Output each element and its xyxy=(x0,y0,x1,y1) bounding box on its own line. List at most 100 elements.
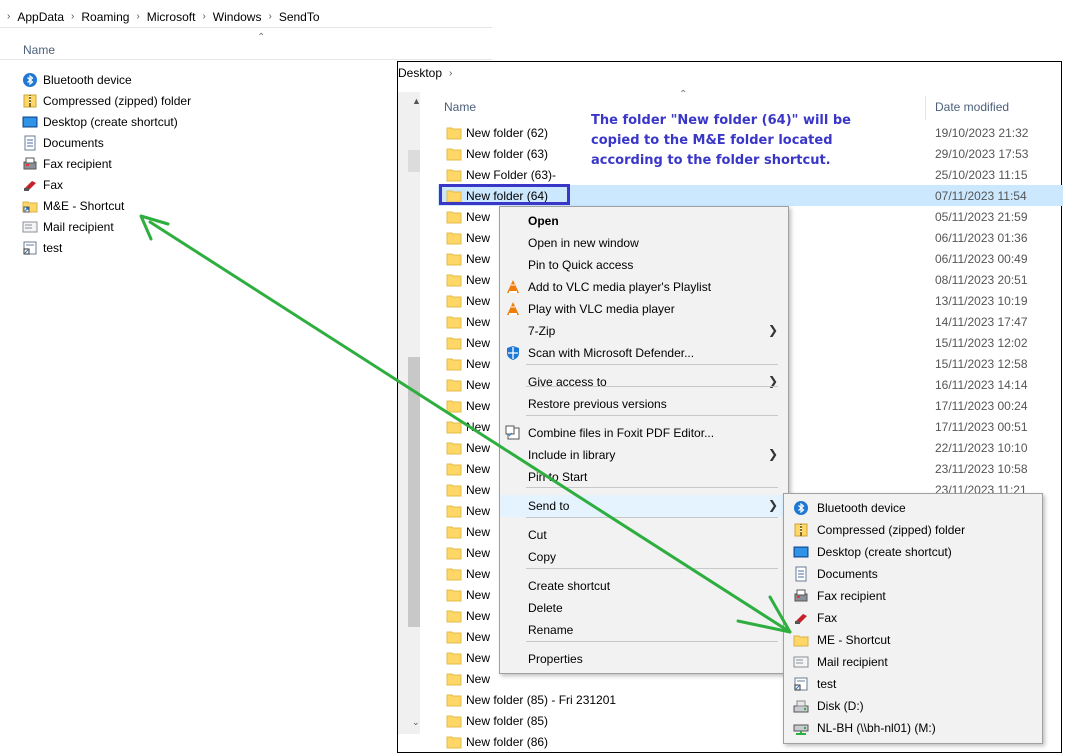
chevron-right-icon[interactable]: › xyxy=(7,11,10,22)
mail-icon xyxy=(793,654,809,673)
send-to-item[interactable]: test xyxy=(784,673,1042,695)
menu-item-7-zip[interactable]: 7-Zip ❯ xyxy=(500,320,788,342)
list-item[interactable]: Compressed (zipped) folder xyxy=(22,90,191,111)
menu-item-label: 7-Zip xyxy=(528,324,556,338)
breadcrumb-item[interactable]: Roaming xyxy=(81,10,129,24)
column-header-name[interactable]: Name xyxy=(444,100,476,114)
menu-item-play-with-vlc-media-player[interactable]: Play with VLC media player xyxy=(500,298,788,320)
send-to-item-label: Fax recipient xyxy=(817,589,886,603)
menu-item-add-to-vlc-media-player-s-playlist[interactable]: Add to VLC media player's Playlist xyxy=(500,276,788,298)
file-name: New xyxy=(466,524,491,539)
mail-icon xyxy=(22,219,38,235)
file-name: New xyxy=(466,398,491,413)
menu-item-pin-to-start[interactable]: Pin to Start xyxy=(500,466,788,488)
send-to-item[interactable]: Mail recipient xyxy=(784,651,1042,673)
menu-item-include-in-library[interactable]: Include in library ❯ xyxy=(500,444,788,466)
menu-separator xyxy=(526,364,778,365)
folder-icon xyxy=(446,629,462,648)
file-date: 16/11/2023 14:14 xyxy=(935,377,1028,392)
send-to-item[interactable]: NL-BH (\\bh-nl01) (M:) xyxy=(784,717,1042,739)
file-date: 19/10/2023 21:32 xyxy=(935,125,1029,140)
send-to-item[interactable]: Desktop (create shortcut) xyxy=(784,541,1042,563)
folder-icon xyxy=(446,650,462,669)
file-name: New folder (63) xyxy=(466,146,549,161)
file-name: New Folder (63)- xyxy=(466,167,557,182)
send-to-item[interactable]: Documents xyxy=(784,563,1042,585)
menu-separator xyxy=(526,487,778,488)
list-item[interactable]: Mail recipient xyxy=(22,216,191,237)
chevron-right-icon: ❯ xyxy=(768,323,779,337)
menu-item-give-access-to[interactable]: Give access to ❯ xyxy=(500,371,788,393)
send-to-item[interactable]: Fax recipient xyxy=(784,585,1042,607)
breadcrumb-item-desktop[interactable]: Desktop xyxy=(398,66,442,80)
send-to-item-label: ME - Shortcut xyxy=(817,633,891,647)
folder-shortcut-icon xyxy=(22,198,38,214)
list-item-label: Mail recipient xyxy=(43,219,114,234)
scrollbar-thumb[interactable] xyxy=(408,357,420,627)
fax-red-icon xyxy=(793,610,809,629)
chevron-right-icon[interactable]: › xyxy=(136,11,139,22)
folder-icon xyxy=(446,146,462,165)
column-header-date[interactable]: Date modified xyxy=(935,100,1009,114)
column-divider[interactable] xyxy=(925,96,926,120)
chevron-right-icon[interactable]: › xyxy=(202,11,205,22)
shortcut-icon xyxy=(22,240,38,256)
file-name: New xyxy=(466,272,491,287)
menu-item-copy[interactable]: Copy xyxy=(500,546,788,568)
send-to-item[interactable]: Bluetooth device xyxy=(784,497,1042,519)
chevron-right-icon[interactable]: › xyxy=(449,68,452,79)
menu-item-open[interactable]: Open xyxy=(500,210,788,232)
column-header-name[interactable]: Name xyxy=(23,43,55,57)
send-to-item[interactable]: Fax xyxy=(784,607,1042,629)
send-to-item[interactable]: Compressed (zipped) folder xyxy=(784,519,1042,541)
chevron-right-icon[interactable]: › xyxy=(268,11,271,22)
menu-item-open-in-new-window[interactable]: Open in new window xyxy=(500,232,788,254)
menu-item-create-shortcut[interactable]: Create shortcut xyxy=(500,575,788,597)
list-item[interactable]: M&E - Shortcut xyxy=(22,195,191,216)
breadcrumb-item[interactable]: Microsoft xyxy=(147,10,196,24)
menu-item-rename[interactable]: Rename xyxy=(500,619,788,641)
sendto-file-list: Bluetooth device Compressed (zipped) fold… xyxy=(22,69,191,258)
breadcrumb-item[interactable]: SendTo xyxy=(279,10,320,24)
menu-item-label: Rename xyxy=(528,623,574,637)
file-name: New xyxy=(466,545,491,560)
file-date: 07/11/2023 11:54 xyxy=(935,188,1027,203)
file-name: New xyxy=(466,503,491,518)
menu-item-scan-with-microsoft-defender[interactable]: Scan with Microsoft Defender... xyxy=(500,342,788,364)
send-to-item[interactable]: Disk (D:) xyxy=(784,695,1042,717)
file-name: New folder (85) - Fri 231201 xyxy=(466,692,617,707)
chevron-right-icon[interactable]: › xyxy=(71,11,74,22)
menu-item-properties[interactable]: Properties xyxy=(500,648,788,670)
breadcrumb-item[interactable]: AppData xyxy=(17,10,64,24)
folder-icon xyxy=(446,545,462,564)
scroll-down-icon[interactable]: ⌄ xyxy=(412,717,420,728)
folder-icon xyxy=(446,692,462,711)
file-date: 23/11/2023 10:58 xyxy=(935,461,1028,476)
send-to-item[interactable]: ME - Shortcut xyxy=(784,629,1042,651)
menu-item-send-to[interactable]: Send to ❯ xyxy=(500,495,788,517)
list-item[interactable]: Desktop (create shortcut) xyxy=(22,111,191,132)
menu-separator xyxy=(526,386,778,387)
file-name: New xyxy=(466,293,491,308)
list-item[interactable]: Bluetooth device xyxy=(22,69,191,90)
list-item[interactable]: test xyxy=(22,237,191,258)
folder-icon xyxy=(446,272,462,291)
menu-item-cut[interactable]: Cut xyxy=(500,524,788,546)
menu-item-restore-previous-versions[interactable]: Restore previous versions xyxy=(500,393,788,415)
file-name: New xyxy=(466,566,491,581)
list-item[interactable]: Fax recipient xyxy=(22,153,191,174)
list-item[interactable]: Fax xyxy=(22,174,191,195)
menu-item-delete[interactable]: Delete xyxy=(500,597,788,619)
folder-icon xyxy=(446,209,462,228)
breadcrumb-item[interactable]: Windows xyxy=(213,10,262,24)
file-name: New xyxy=(466,377,491,392)
menu-item-combine-files-in-foxit-pdf-editor[interactable]: Combine files in Foxit PDF Editor... xyxy=(500,422,788,444)
shortcut-icon xyxy=(793,676,809,695)
vertical-scrollbar[interactable]: ▲ ⌄ xyxy=(398,92,421,734)
send-to-item-label: Disk (D:) xyxy=(817,699,864,713)
folder-icon xyxy=(446,230,462,249)
menu-item-pin-to-quick-access[interactable]: Pin to Quick access xyxy=(500,254,788,276)
list-item[interactable]: Documents xyxy=(22,132,191,153)
zip-folder-icon xyxy=(22,93,38,109)
send-to-item-label: Desktop (create shortcut) xyxy=(817,545,952,559)
